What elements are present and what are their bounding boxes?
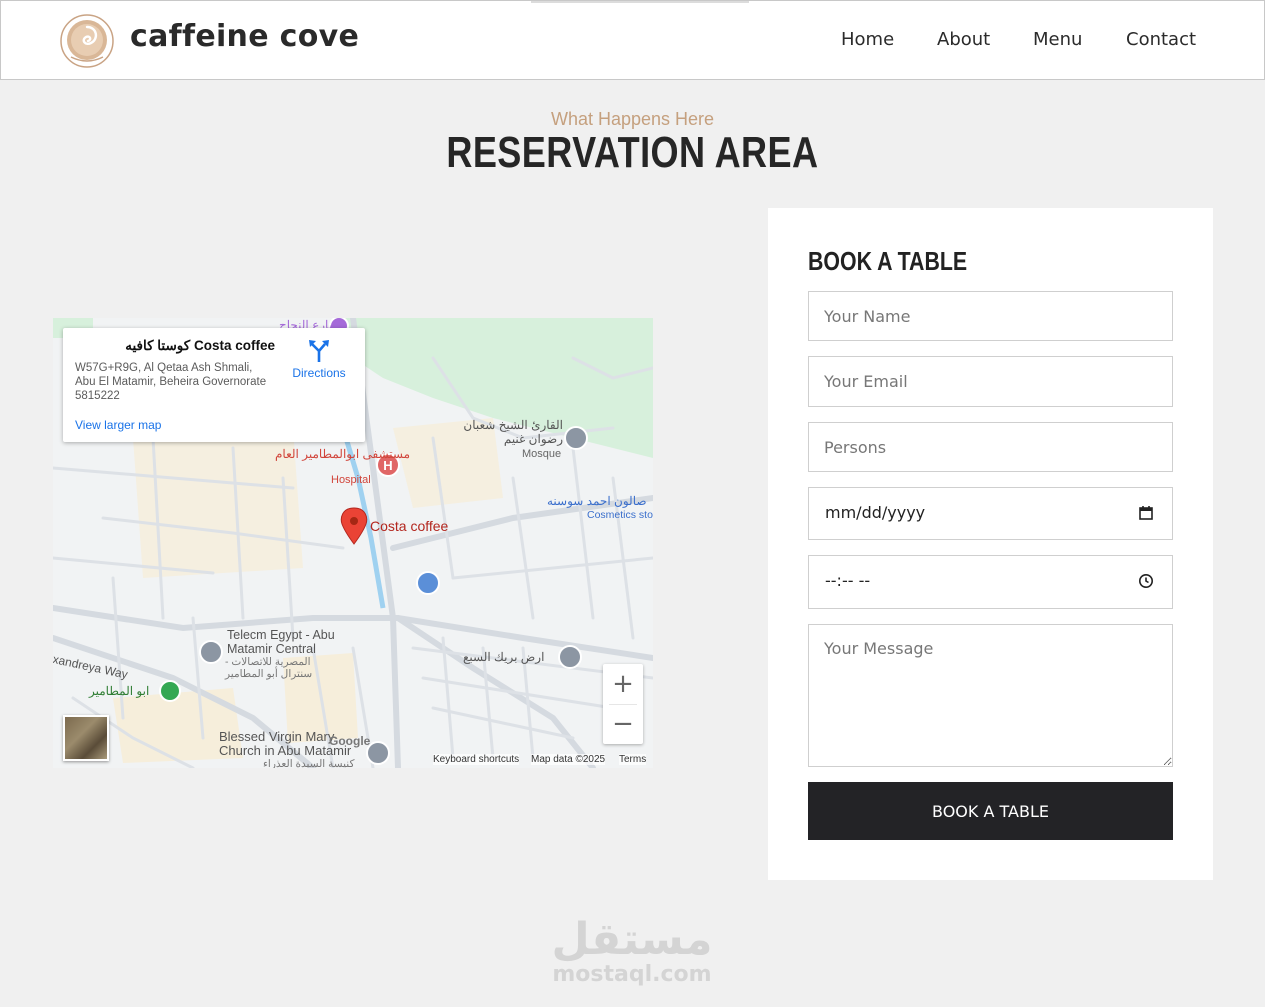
calendar-icon[interactable] <box>1138 505 1154 521</box>
watermark: مستقل mostaql.com <box>547 914 717 987</box>
nav-contact[interactable]: Contact <box>1126 29 1196 50</box>
map-label-land: ارض بريك السبع <box>463 650 545 664</box>
map-label-cosmetics-en: Cosmetics store <box>587 509 653 521</box>
map-label-mosque-en: Mosque <box>522 448 562 460</box>
embedded-map[interactable]: H شارع النجاح مستشفى ابوالمطامير العام H… <box>53 318 653 768</box>
view-larger-map-link[interactable]: View larger map <box>75 418 161 432</box>
booking-form: BOOK A TABLE mm/dd/yyyy --:-- -- BOOK A … <box>768 208 1213 880</box>
map-label-telecom-ar: المصرية للاتصالات - سنترال أبو المطامير <box>225 656 313 680</box>
place-name: كوستا كافيه Costa coffee <box>125 338 275 353</box>
google-logo: Google <box>329 734 371 748</box>
zoom-control: + − <box>603 664 643 744</box>
email-input[interactable] <box>808 356 1173 407</box>
map-label-mosque-ar: القارئ الشيخ شعبان رضوان غنيم <box>463 418 563 446</box>
zoom-in-button[interactable]: + <box>603 664 643 704</box>
message-textarea[interactable] <box>808 624 1173 767</box>
book-table-button[interactable]: BOOK A TABLE <box>808 782 1173 840</box>
date-input[interactable]: mm/dd/yyyy <box>808 487 1173 540</box>
map-label-town: ابو المطامير <box>89 684 150 698</box>
header-top-accent <box>531 1 749 3</box>
map-label-pin[interactable]: Costa coffee <box>370 518 448 534</box>
zoom-out-button[interactable]: − <box>603 704 643 744</box>
directions-icon[interactable] <box>309 340 329 362</box>
watermark-arabic: مستقل <box>551 914 713 965</box>
terms-link[interactable]: Terms <box>619 754 647 765</box>
place-info-card: كوستا كافيه Costa coffee W57G+R9G, Al Qe… <box>63 328 365 442</box>
site-header: caffeine cove Home About Menu Contact <box>0 0 1265 80</box>
section-title: RESERVATION AREA <box>446 128 819 177</box>
map-label-cosmetics-ar: صالون احمد سوسنه <box>547 494 647 508</box>
persons-input[interactable] <box>808 422 1173 472</box>
keyboard-shortcuts-link[interactable]: Keyboard shortcuts <box>433 754 520 765</box>
map-label-hospital-ar: مستشفى ابوالمطامير العام <box>275 447 411 461</box>
nav-about[interactable]: About <box>937 29 990 50</box>
section-subtitle: What Happens Here <box>550 109 715 129</box>
watermark-latin: mostaql.com <box>552 962 712 987</box>
date-value: mm/dd/yyyy <box>825 503 926 522</box>
place-address: W57G+R9G, Al Qetaa Ash Shmali, Abu El Ma… <box>75 362 267 402</box>
clock-icon[interactable] <box>1138 573 1154 589</box>
coffee-cup-logo-icon[interactable] <box>59 13 115 69</box>
map-label-telecom-en: Telecm Egypt - Abu Matamir Central <box>227 628 335 656</box>
map-label-hospital-en: Hospital <box>331 474 371 486</box>
brand-name[interactable]: caffeine cove <box>130 19 359 54</box>
form-title: BOOK A TABLE <box>808 246 968 276</box>
nav-menu[interactable]: Menu <box>1033 29 1082 50</box>
satellite-toggle-thumbnail[interactable] <box>63 715 109 761</box>
time-input[interactable]: --:-- -- <box>808 555 1173 609</box>
map-label-church-ar: كنيسة السيدة العذراء <box>263 758 355 768</box>
nav-home[interactable]: Home <box>841 29 894 50</box>
map-data-attribution: Map data ©2025 <box>531 754 606 765</box>
time-value: --:-- -- <box>825 571 871 590</box>
name-input[interactable] <box>808 291 1173 341</box>
directions-link[interactable]: Directions <box>289 366 349 380</box>
